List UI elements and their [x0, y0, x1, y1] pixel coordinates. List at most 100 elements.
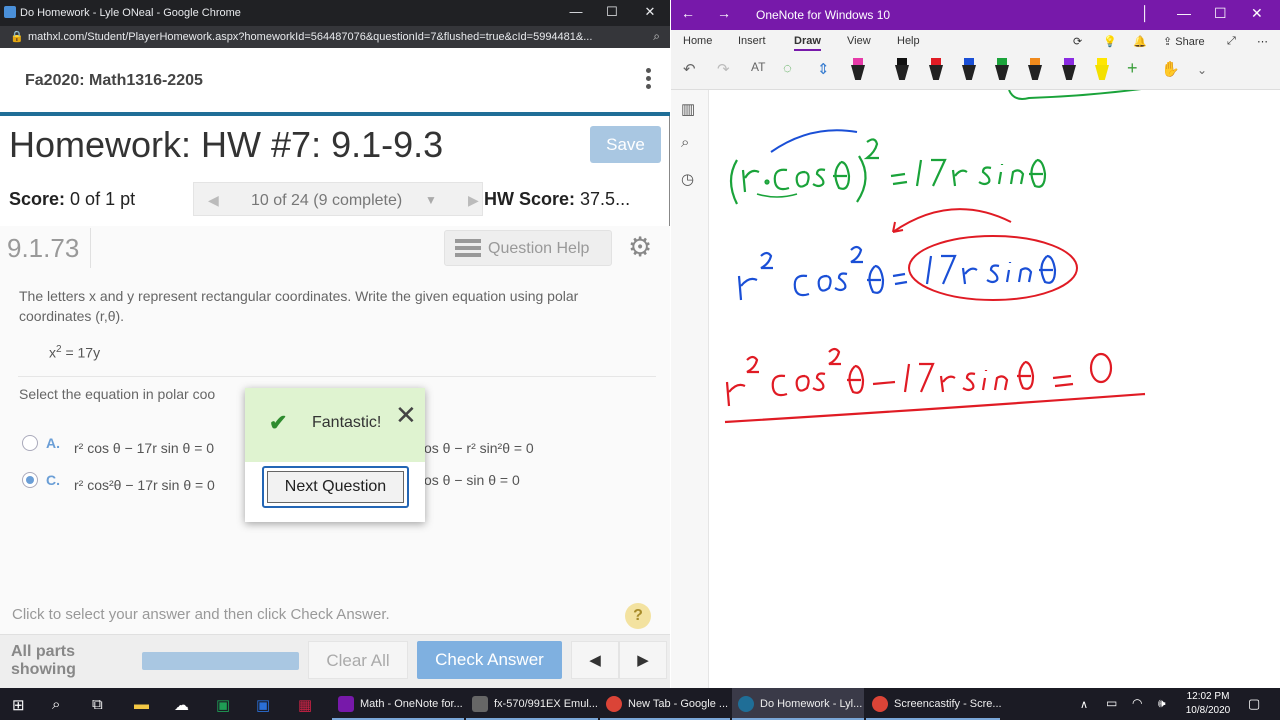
taskbar-item-label: New Tab - Google ... — [628, 698, 729, 710]
clear-all-button[interactable]: Clear All — [308, 641, 408, 679]
sync-icon[interactable]: ⟳ — [1073, 35, 1082, 48]
help-icon[interactable]: ? — [625, 603, 651, 629]
undo-icon[interactable]: ↶ — [683, 60, 696, 78]
next-part-button[interactable]: ▶ — [619, 641, 667, 679]
close-icon[interactable]: ✕ — [395, 400, 417, 431]
notebooks-icon[interactable]: ▥ — [681, 100, 695, 118]
address-bar[interactable]: 🔒 mathxl.com/Student/PlayerHomework.aspx… — [0, 26, 670, 48]
lightbulb-icon[interactable]: 💡 — [1103, 35, 1117, 48]
pen-purple-icon[interactable] — [1062, 58, 1076, 80]
windows-taskbar: ⊞ ⌕ ⧉ ▬ ☁ ▣ ▣ ▦ Math - OneNote for... fx… — [0, 688, 1280, 720]
volume-icon[interactable]: 🕪 — [1158, 696, 1166, 711]
app-icon[interactable]: ▦ — [298, 696, 312, 714]
ink-replay-icon[interactable]: ✋ — [1161, 60, 1180, 78]
chevron-down-icon[interactable]: ⌄ — [1197, 63, 1207, 77]
ink-equation-2 — [737, 245, 908, 301]
tab-help[interactable]: Help — [897, 35, 920, 47]
option-c-text[interactable]: r² cos²θ − 17r sin θ = 0 — [74, 477, 215, 493]
next-question-button[interactable]: Next Question — [262, 466, 409, 508]
taskbar-item-screencastify[interactable]: Screencastify - Scre... — [866, 688, 1002, 720]
taskbar-item-do-homework[interactable]: Do Homework - Lyl... — [732, 688, 864, 720]
ribbon-tabs: Home Insert Draw View Help ⟳ 💡 🔔 ⇪ Share… — [671, 30, 1280, 54]
next-question-label[interactable]: Next Question — [267, 471, 404, 503]
course-title: Fa2020: Math1316-2205 — [25, 72, 203, 89]
onenote-window: ← → OneNote for Windows 10 │ — ☐ ✕ Home … — [671, 0, 1280, 688]
option-a-text[interactable]: r² cos θ − 17r sin θ = 0 — [74, 440, 214, 456]
option-a-letter[interactable]: A. — [46, 435, 60, 451]
recent-icon[interactable]: ◷ — [681, 170, 694, 188]
prev-question-icon[interactable]: ◀ — [208, 192, 219, 209]
option-c-letter[interactable]: C. — [46, 472, 60, 488]
excel-icon[interactable]: ▣ — [216, 696, 230, 714]
expand-icon[interactable]: ⤢ — [1227, 35, 1236, 48]
gear-icon[interactable]: ⚙ — [628, 232, 652, 263]
eraser-icon[interactable] — [851, 58, 865, 80]
ink-to-text-icon[interactable]: AT — [751, 60, 765, 74]
windows-start-icon[interactable]: ⊞ — [12, 696, 25, 714]
wifi-icon[interactable]: ◠ — [1132, 696, 1142, 710]
maximize-icon[interactable]: ☐ — [602, 4, 622, 20]
more-icon[interactable]: ⋯ — [1257, 35, 1268, 48]
ink-stroke — [1008, 90, 1142, 100]
back-arrow-icon[interactable]: ← — [681, 5, 695, 21]
option-b-text[interactable]: os θ − r² sin²θ = 0 — [424, 440, 534, 456]
url-text[interactable]: mathxl.com/Student/PlayerHomework.aspx?h… — [28, 31, 638, 43]
chevron-down-icon[interactable]: ▼ — [425, 193, 437, 207]
all-parts-line2: showing — [11, 661, 76, 678]
next-question-icon[interactable]: ▶ — [468, 192, 479, 209]
space-insert-icon[interactable]: ⇕ — [817, 60, 830, 78]
add-pen-icon[interactable]: + — [1127, 58, 1138, 79]
pen-black-icon[interactable] — [895, 58, 909, 80]
redo-icon[interactable]: ↷ — [717, 60, 730, 78]
app-icon[interactable]: ☁ — [174, 696, 189, 714]
check-answer-button[interactable]: Check Answer — [417, 641, 562, 679]
tab-draw[interactable]: Draw — [794, 35, 821, 51]
pen-green-icon[interactable] — [995, 58, 1009, 80]
save-button[interactable]: Save — [590, 126, 661, 163]
option-c-radio[interactable] — [22, 472, 38, 488]
clock[interactable]: 12:02 PM 10/8/2020 — [1182, 690, 1234, 718]
highlighter-yellow-icon[interactable] — [1095, 58, 1109, 80]
bell-icon[interactable]: 🔔 — [1133, 35, 1147, 48]
maximize-icon[interactable]: ☐ — [1214, 5, 1227, 22]
close-icon[interactable]: ✕ — [640, 4, 660, 20]
share-button[interactable]: ⇪ Share — [1163, 35, 1205, 48]
taskbar-item-calculator[interactable]: fx-570/991EX Emul... — [466, 688, 598, 720]
chevron-up-icon[interactable]: ∧ — [1080, 698, 1088, 711]
network-icon[interactable]: ▭ — [1106, 696, 1117, 710]
question-position[interactable]: 10 of 24 (9 complete) — [251, 192, 402, 210]
tab-home[interactable]: Home — [683, 35, 712, 47]
tab-insert[interactable]: Insert — [738, 35, 766, 47]
ink-equation-2-rhs — [925, 254, 1057, 285]
task-view-icon[interactable]: ⧉ — [92, 696, 103, 713]
select-prompt: Select the equation in polar coo — [19, 386, 216, 402]
tab-view[interactable]: View — [847, 35, 871, 47]
chrome-window: Do Homework - Lyle ONeal - Google Chrome… — [0, 0, 670, 688]
zoom-icon[interactable]: ⌕ — [653, 29, 660, 44]
option-a-radio[interactable] — [22, 435, 38, 451]
more-options-icon[interactable] — [642, 68, 654, 94]
option-d-text[interactable]: os θ − sin θ = 0 — [424, 472, 520, 488]
lasso-icon[interactable]: ◌ — [783, 60, 792, 77]
forward-arrow-icon[interactable]: → — [717, 5, 731, 21]
previous-part-button[interactable]: ◀ — [571, 641, 619, 679]
pen-blue-icon[interactable] — [962, 58, 976, 80]
minimize-icon[interactable]: — — [566, 4, 586, 19]
search-icon[interactable]: ⌕ — [681, 134, 689, 151]
ink-canvas[interactable] — [709, 90, 1280, 688]
equation-base: x — [49, 344, 56, 361]
file-explorer-icon[interactable]: ▬ — [134, 696, 149, 713]
pen-orange-icon[interactable] — [1028, 58, 1042, 80]
close-icon[interactable]: ✕ — [1251, 5, 1263, 22]
chrome-window-title: Do Homework - Lyle ONeal - Google Chrome — [20, 7, 241, 19]
search-icon[interactable]: ⌕ — [52, 696, 60, 713]
pen-red-icon[interactable] — [929, 58, 943, 80]
taskbar-item-new-tab[interactable]: New Tab - Google ... — [600, 688, 730, 720]
question-help-button[interactable]: Question Help — [444, 230, 612, 266]
notifications-icon[interactable]: ▢ — [1248, 696, 1260, 712]
word-icon[interactable]: ▣ — [256, 696, 270, 714]
minimize-icon[interactable]: — — [1177, 5, 1191, 21]
taskbar-item-onenote[interactable]: Math - OneNote for... — [332, 688, 464, 720]
question-navigator[interactable]: ◀ 10 of 24 (9 complete) ▼ ▶ — [193, 182, 483, 216]
list-icon — [455, 239, 481, 257]
